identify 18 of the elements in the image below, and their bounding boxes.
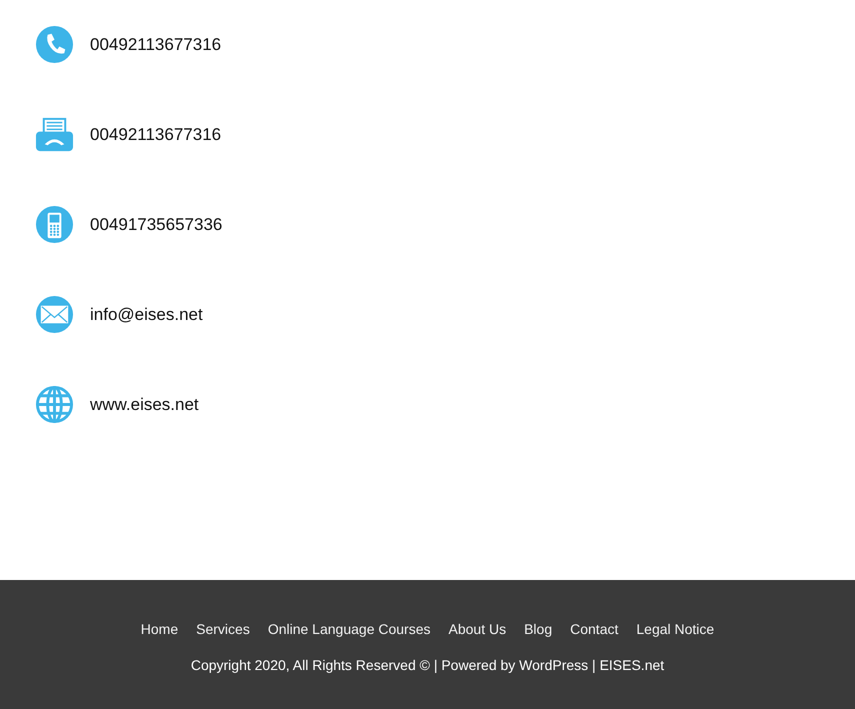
envelope-icon	[35, 295, 74, 334]
footer-nav-link[interactable]: Online Language Courses	[268, 621, 430, 637]
contact-text: 00491735657336	[90, 214, 222, 234]
contact-text: 00492113677316	[90, 34, 222, 54]
footer-nav-link[interactable]: Legal Notice	[636, 621, 714, 637]
mobile-phone-icon	[35, 205, 74, 244]
phone-icon	[35, 25, 74, 64]
footer-nav-link[interactable]: Contact	[570, 621, 618, 637]
contact-text: 00492113677316	[90, 124, 222, 144]
footer-nav-link[interactable]: About Us	[448, 621, 506, 637]
copyright-text: Copyright 2020, All Rights Reserved © | Powered by WordPress | EISES.net	[190, 657, 664, 673]
footer-nav-link[interactable]: Home	[140, 621, 178, 637]
fax-icon	[35, 115, 74, 154]
globe-icon	[35, 385, 74, 424]
footer-nav-link[interactable]: Services	[196, 621, 250, 637]
contact-text: www.eises.net	[90, 394, 199, 414]
footer-nav-link[interactable]: Blog	[524, 621, 552, 637]
contact-text: info@eises.net	[90, 304, 203, 324]
